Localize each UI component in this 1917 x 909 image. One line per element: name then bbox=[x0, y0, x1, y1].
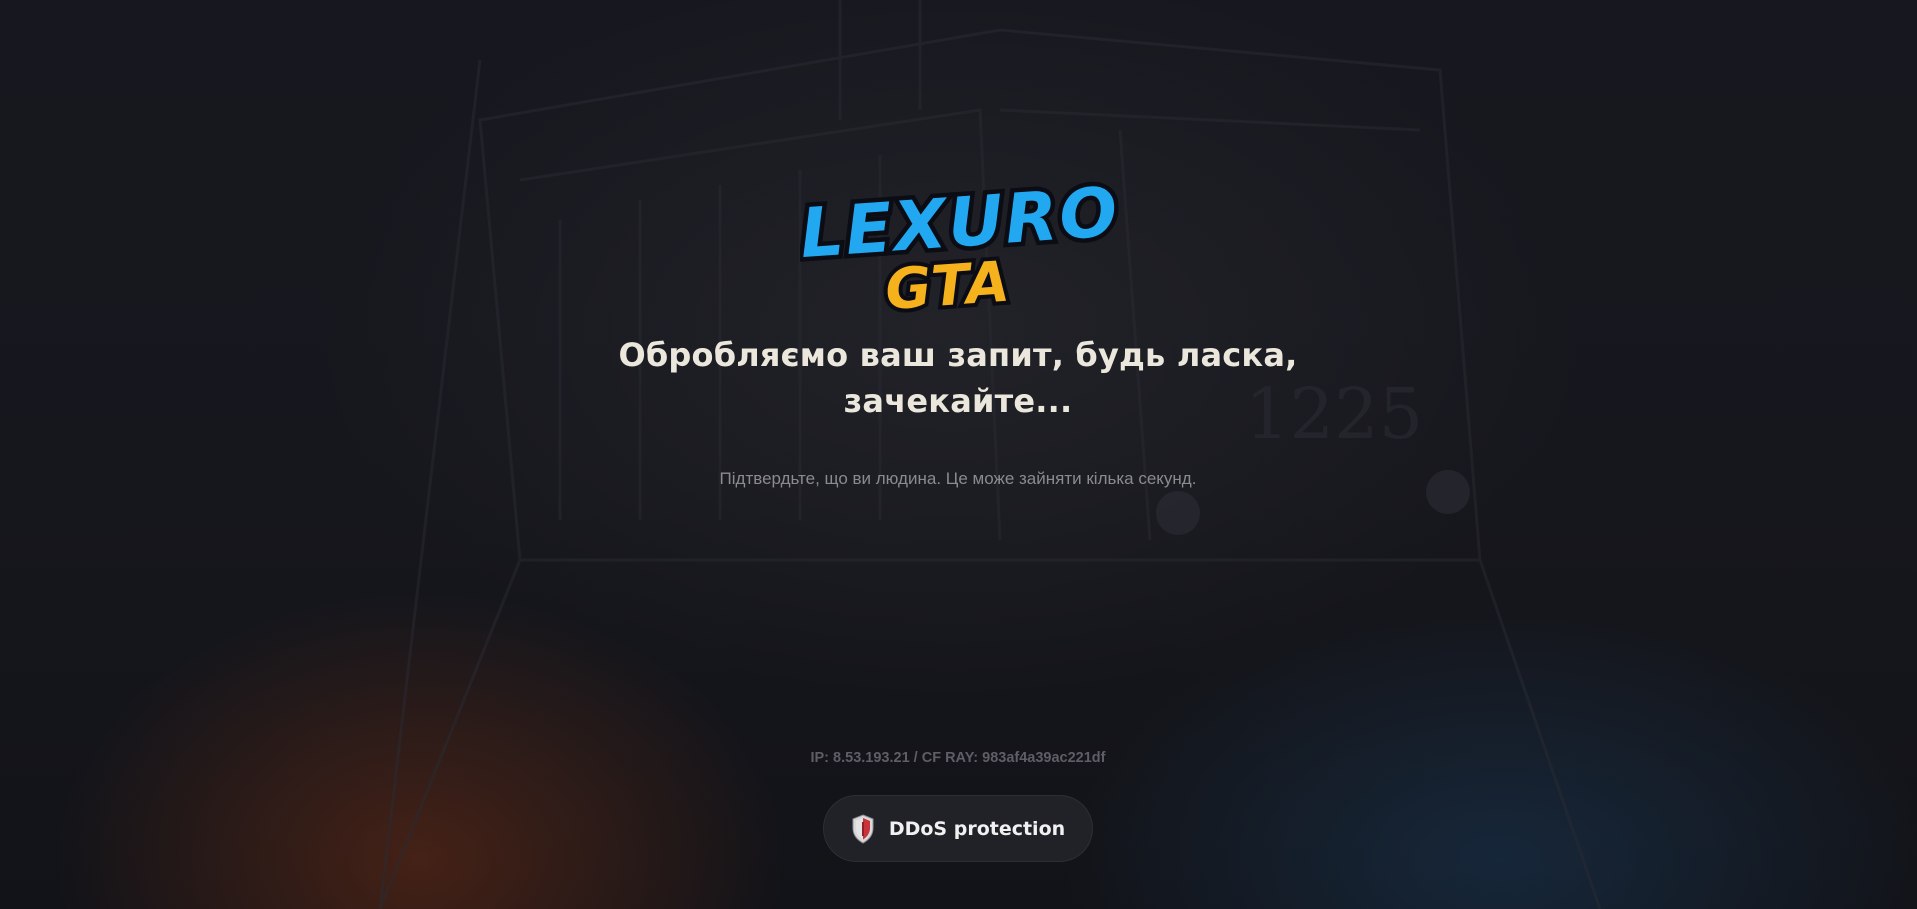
challenge-page: 1225 LEXURO GTA Обробляємо ваш запит, бу… bbox=[0, 0, 1917, 909]
ddos-protection-label: DDoS protection bbox=[888, 817, 1066, 840]
title-line-2: зачекайте... bbox=[843, 382, 1073, 420]
ip-ray-info: IP: 8.53.193.21 / CF RAY: 983af4a39ac221… bbox=[810, 750, 1106, 766]
verification-message: Підтвердьте, що ви людина. Це може зайня… bbox=[719, 469, 1197, 488]
title-line-1: Обробляємо ваш запит, будь ласка, bbox=[618, 336, 1298, 374]
shield-icon bbox=[852, 813, 874, 844]
logo-line-2: GTA bbox=[883, 250, 1012, 324]
page-title: Обробляємо ваш запит, будь ласка, зачека… bbox=[558, 332, 1358, 424]
lexuro-gta-logo: LEXURO GTA bbox=[800, 168, 1120, 327]
ddos-protection-badge[interactable]: DDoS protection bbox=[823, 795, 1093, 862]
background-tram-image: 1225 bbox=[378, 0, 1602, 909]
